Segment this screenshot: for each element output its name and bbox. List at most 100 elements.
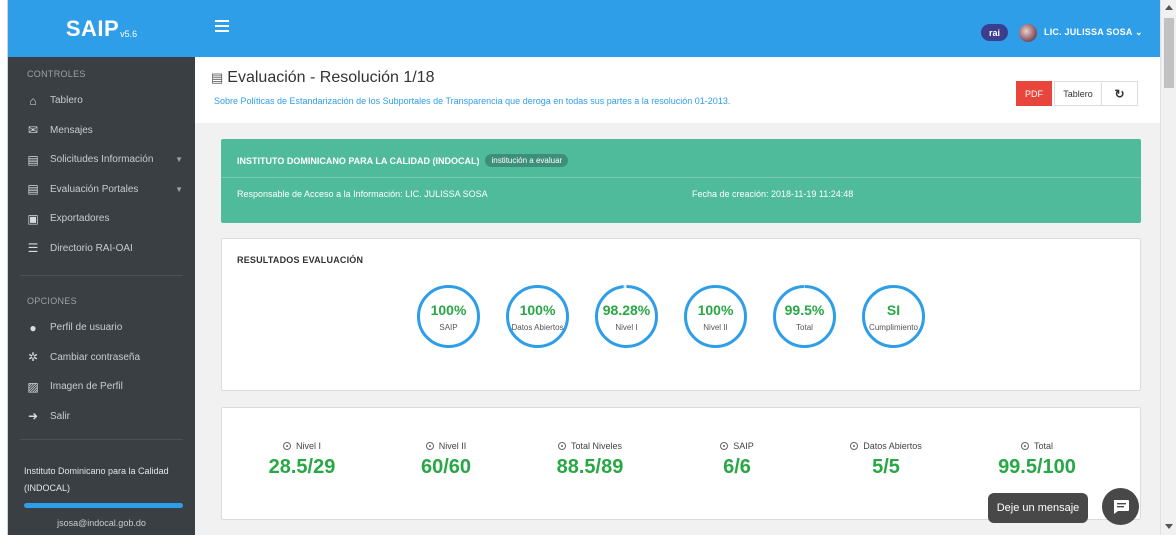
- gauge-label: Cumplimiento: [869, 323, 918, 332]
- tablero-button[interactable]: Tablero: [1054, 81, 1102, 106]
- sidebar-item-evaluacion[interactable]: ▤ Evaluación Portales ▼: [8, 175, 195, 205]
- header-actions: PDF Tablero ↻: [1016, 81, 1138, 106]
- stat-label: Nivel II: [381, 441, 511, 451]
- gauge-value: 100%: [430, 302, 467, 318]
- gauges-row: 100% SAIP 100% Datos Abiertos 98.28% Nivel I 1…: [416, 284, 950, 349]
- institution-name: INSTITUTO DOMINICANO PARA LA CALIDAD (IN…: [237, 155, 480, 166]
- target-icon: [282, 442, 291, 450]
- target-icon: [425, 442, 434, 450]
- chevron-down-icon: ▼: [175, 184, 183, 194]
- stat-saip: SAIP 6/6: [672, 441, 802, 479]
- organization-name: Instituto Dominicano para la Calidad (IN…: [24, 466, 169, 493]
- stat-total: Total 99.5/100: [972, 441, 1102, 479]
- gauge-nivel-i: 98.28% Nivel I: [594, 284, 659, 349]
- fecha-creacion-text: Fecha de creación: 2018-11-19 11:24:48: [692, 189, 854, 199]
- scrollbar[interactable]: [1160, 0, 1176, 535]
- sidebar-item-label: Evaluación Portales: [50, 183, 139, 195]
- stat-label-text: Nivel II: [438, 441, 467, 451]
- results-card: RESULTADOS EVALUACIÓN 100% SAIP 100% Datos …: [221, 238, 1141, 391]
- sidebar-item-directorio[interactable]: ☰ Directorio RAI-OAI: [8, 234, 195, 264]
- gauge-cumplimiento: SI Cumplimiento: [861, 284, 926, 349]
- refresh-icon[interactable]: ↻: [1101, 81, 1138, 106]
- gauge-label: Total: [796, 323, 813, 332]
- sidebar-item-label: Imagen de Perfil: [50, 381, 123, 393]
- sidebar-item-imagen-perfil[interactable]: ▨ Imagen de Perfil: [8, 372, 195, 402]
- menu-toggle-icon[interactable]: [215, 20, 229, 32]
- stat-value: 88.5/89: [556, 456, 624, 478]
- sidebar-item-label: Solicitudes Información: [50, 154, 154, 166]
- list-icon: ☰: [27, 241, 39, 256]
- gauge-value: 100%: [697, 302, 734, 318]
- gauge-nivel-ii: 100% Nivel II: [683, 284, 748, 349]
- stat-label: Datos Abiertos: [821, 441, 951, 451]
- institution-badge: institución a evaluar: [485, 154, 569, 167]
- chat-label[interactable]: Deje un mensaje: [988, 493, 1088, 523]
- scroll-down-arrow-icon[interactable]: [1165, 524, 1173, 529]
- section-label-controls: CONTROLES: [27, 69, 86, 79]
- gauge-saip: 100% SAIP: [416, 284, 481, 349]
- sidebar-item-solicitudes[interactable]: ▤ Solicitudes Información ▼: [8, 145, 195, 175]
- stat-label-text: Datos Abiertos: [863, 441, 922, 451]
- chevron-down-icon: ⌄: [1134, 27, 1143, 37]
- results-title: RESULTADOS EVALUACIÓN: [237, 255, 364, 265]
- home-icon: ⌂: [29, 93, 37, 108]
- stat-label: Nivel I: [237, 441, 367, 451]
- chat-button[interactable]: [1102, 488, 1139, 525]
- document-icon: ▤: [27, 182, 39, 197]
- sidebar: SAIP v5.6 CONTROLES ⌂ Tablero ✉ Mensajes…: [8, 0, 195, 535]
- stat-total-niveles: Total Niveles 88.5/89: [525, 441, 655, 479]
- sidebar-item-mensajes[interactable]: ✉ Mensajes: [8, 116, 195, 146]
- gauge-label: SAIP: [439, 323, 458, 332]
- sidebar-item-label: Salir: [50, 410, 71, 422]
- topbar: rai LIC. JULISSA SOSA ⌄: [195, 0, 1160, 57]
- user-menu[interactable]: LIC. JULISSA SOSA ⌄: [1044, 27, 1143, 38]
- user-name: LIC. JULISSA SOSA: [1044, 27, 1133, 37]
- sidebar-item-cambiar-contrasena[interactable]: ✲ Cambiar contraseña: [8, 343, 195, 373]
- rai-badge[interactable]: rai: [981, 24, 1008, 41]
- gauge-value: 100%: [519, 302, 556, 318]
- stat-value: 5/5: [872, 456, 900, 478]
- gauge-label: Nivel I: [615, 323, 638, 332]
- responsable-text: Responsable de Acceso a la Información: …: [237, 189, 488, 199]
- brand-version: v5.6: [120, 28, 138, 39]
- pdf-file-icon: ▤: [27, 152, 39, 167]
- brand-name: SAIP: [65, 15, 120, 41]
- sidebar-item-perfil[interactable]: ● Perfil de usuario: [8, 313, 195, 343]
- stat-label: Total Niveles: [525, 441, 655, 451]
- cogs-icon: ✲: [27, 350, 39, 365]
- page-subtitle: Sobre Políticas de Estandarización de lo…: [214, 96, 731, 106]
- gauge-label: Nivel II: [703, 323, 728, 332]
- sidebar-item-salir[interactable]: ➜ Salir: [8, 402, 195, 432]
- page-title-text: Evaluación - Resolución 1/18: [227, 69, 435, 86]
- scroll-thumb[interactable]: [1164, 18, 1174, 88]
- pdf-button[interactable]: PDF: [1016, 81, 1052, 106]
- stat-value: 60/60: [420, 456, 472, 478]
- section-label-options: OPCIONES: [27, 296, 77, 306]
- avatar[interactable]: [1019, 24, 1037, 42]
- target-icon: [720, 442, 729, 450]
- gauge-value: SI: [886, 302, 901, 318]
- page-header: ▤ Evaluación - Resolución 1/18 Sobre Pol…: [195, 57, 1160, 123]
- brand-logo[interactable]: SAIP v5.6: [8, 0, 195, 57]
- sign-out-icon: ➜: [27, 409, 39, 424]
- sidebar-item-exportadores[interactable]: ▣ Exportadores: [8, 204, 195, 234]
- stat-value: 6/6: [723, 456, 751, 478]
- document-icon: ▤: [211, 70, 224, 85]
- target-icon: [557, 442, 566, 450]
- scroll-up-arrow-icon[interactable]: [1165, 5, 1173, 10]
- sidebar-item-label: Perfil de usuario: [50, 322, 123, 334]
- sidebar-item-label: Tablero: [50, 95, 83, 107]
- sidebar-item-tablero[interactable]: ⌂ Tablero: [8, 86, 195, 116]
- stat-value: 28.5/29: [268, 456, 336, 478]
- window-frame-left: [0, 0, 8, 535]
- page-title: ▤ Evaluación - Resolución 1/18: [211, 69, 435, 87]
- stat-label: Total: [972, 441, 1102, 451]
- target-icon: [850, 442, 859, 450]
- stat-label-text: Total Niveles: [570, 441, 623, 451]
- user-email: jsosa@indocal.gob.do: [57, 518, 146, 528]
- stat-label-text: Nivel I: [295, 441, 321, 451]
- save-icon: ▣: [27, 211, 39, 226]
- gauge-value: 99.5%: [784, 302, 825, 318]
- sidebar-item-label: Mensajes: [50, 124, 93, 136]
- gauge-total: 99.5% Total: [772, 284, 837, 349]
